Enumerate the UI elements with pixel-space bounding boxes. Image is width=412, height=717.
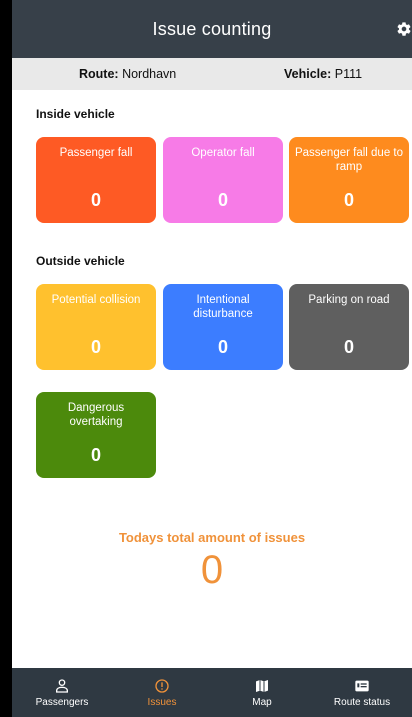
left-edge [0, 0, 12, 717]
tile-intentional-disturbance[interactable]: Intentional disturbance 0 [163, 284, 283, 370]
page-title: Issue counting [152, 18, 272, 39]
tile-parking-on-road[interactable]: Parking on road 0 [289, 284, 409, 370]
top-app-bar: Issue counting [12, 0, 412, 58]
tile-operator-fall[interactable]: Operator fall 0 [163, 137, 283, 223]
tile-label: Parking on road [308, 294, 390, 306]
section-title-inside: Inside vehicle [36, 107, 115, 121]
tile-count: 0 [217, 337, 228, 357]
tile-count: 0 [90, 337, 101, 357]
nav-label: Map [252, 696, 272, 708]
nav-route-status[interactable]: Route status [312, 668, 412, 717]
total-issues-value: 0 [200, 548, 224, 592]
bottom-navigation: Passengers Issues Map Route status [12, 668, 412, 717]
tile-label: Potential collision [51, 294, 141, 306]
gear-icon[interactable] [396, 21, 412, 37]
section-title-outside: Outside vehicle [36, 254, 125, 268]
vehicle-value: P111 [334, 67, 363, 81]
tile-label: Passenger fall due to ramp [294, 147, 404, 173]
tile-label: Passenger fall [59, 147, 133, 159]
tile-count: 0 [217, 190, 228, 210]
person-icon [56, 678, 68, 693]
route-vehicle-bar: Route: Nordhavn Vehicle: P111 [12, 58, 412, 90]
nav-passengers[interactable]: Passengers [12, 668, 112, 717]
app-screen: Issue counting Route: Nordhavn Vehicle: … [12, 0, 412, 717]
map-icon [256, 679, 268, 692]
phone-frame: Issue counting Route: Nordhavn Vehicle: … [0, 0, 412, 717]
tile-label: Operator fall [191, 147, 255, 159]
nav-label: Issues [147, 696, 177, 708]
tile-potential-collision[interactable]: Potential collision 0 [36, 284, 156, 370]
list-card-icon [355, 680, 369, 691]
nav-label: Route status [333, 696, 391, 708]
vehicle-info: Vehicle: P111 [284, 67, 362, 81]
tile-dangerous-overtaking[interactable]: Dangerous overtaking 0 [36, 392, 156, 478]
tile-label: Dangerous overtaking [67, 402, 125, 428]
nav-map[interactable]: Map [212, 668, 312, 717]
tile-passenger-fall-ramp[interactable]: Passenger fall due to ramp 0 [289, 137, 409, 223]
route-label: Route: [79, 67, 119, 81]
route-info: Route: Nordhavn [79, 67, 176, 81]
tile-count: 0 [343, 337, 354, 357]
tile-passenger-fall[interactable]: Passenger fall 0 [36, 137, 156, 223]
nav-label: Passengers [35, 696, 89, 708]
route-value: Nordhavn [122, 67, 177, 81]
tile-count: 0 [90, 190, 101, 210]
tile-count: 0 [90, 445, 101, 465]
alert-circle-icon [155, 678, 169, 693]
total-issues-label: Todays total amount of issues [118, 530, 306, 545]
left-bottom-edge [0, 664, 12, 717]
nav-issues[interactable]: Issues [112, 668, 212, 717]
vehicle-label: Vehicle: [284, 67, 332, 81]
tile-count: 0 [343, 190, 354, 210]
tile-label: Intentional disturbance [193, 294, 253, 320]
